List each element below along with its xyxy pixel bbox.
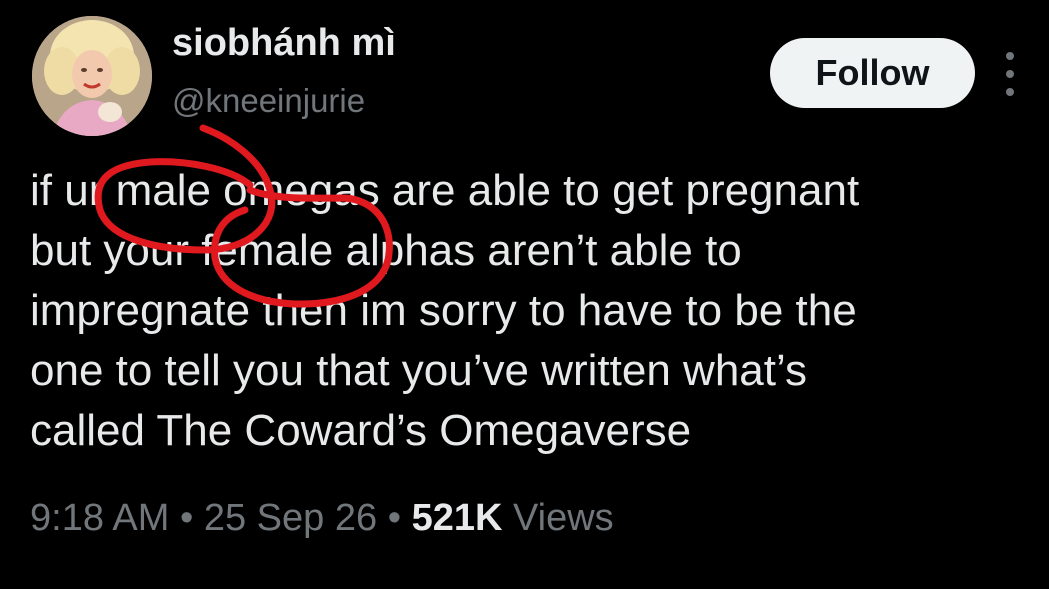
tweet-text-line: impregnate then im sorry to have to be t… — [30, 286, 857, 335]
author-display-name[interactable]: siobhánh mì — [172, 22, 396, 65]
more-vertical-icon[interactable] — [998, 52, 1022, 96]
meta-separator: • — [387, 497, 401, 539]
follow-button[interactable]: Follow — [770, 38, 975, 108]
more-dot — [1006, 88, 1014, 96]
tweet-date[interactable]: 25 Sep 26 — [204, 497, 377, 539]
tweet-metadata: 9:18 AM • 25 Sep 26 • 521K Views — [30, 497, 614, 540]
tweet-text-line: if ur male omegas are able to get pregna… — [30, 166, 860, 215]
views-label: Views — [512, 497, 614, 539]
tweet-time[interactable]: 9:18 AM — [30, 497, 169, 539]
profile-photo-avatar-icon — [32, 16, 152, 136]
tweet-text-line: called The Coward’s Omegaverse — [30, 406, 692, 455]
tweet-text: if ur male omegas are able to get pregna… — [30, 161, 1030, 461]
author-avatar[interactable] — [32, 16, 152, 136]
tweet-text-line: but your female alphas aren’t able to — [30, 226, 742, 275]
tweet-text-line: one to tell you that you’ve written what… — [30, 346, 807, 395]
more-dot — [1006, 52, 1014, 60]
views-count[interactable]: 521K — [412, 497, 503, 539]
meta-separator: • — [179, 497, 194, 539]
tweet-card: siobhánh mì @kneeinjurie Follow if ur ma… — [0, 0, 1049, 589]
author-handle[interactable]: @kneeinjurie — [172, 82, 365, 120]
more-dot — [1006, 70, 1014, 78]
